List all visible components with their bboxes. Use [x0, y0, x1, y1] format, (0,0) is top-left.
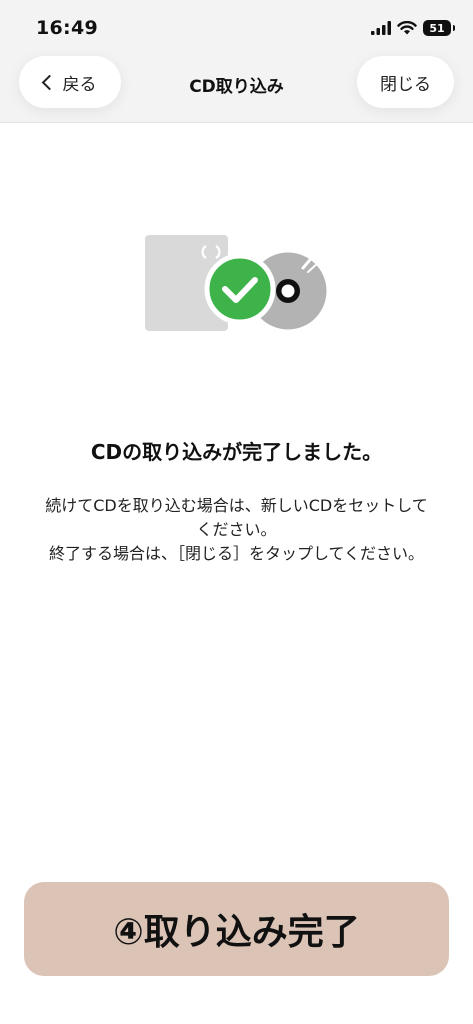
signal-icon [371, 21, 391, 35]
status-bar: 16:49 51 [0, 0, 473, 60]
cd-import-complete-screen: 16:49 51 戻る CD取り込み 閉じる CDの取り込みが完了しました。 続… [0, 0, 473, 1024]
status-indicators: 51 [371, 20, 455, 36]
status-time: 16:49 [36, 17, 98, 39]
step-complete-banner: ④取り込み完了 [24, 882, 449, 976]
nav-bar: 戻る CD取り込み 閉じる [0, 56, 473, 123]
instruction-continue: 続けてCDを取り込む場合は、新しいCDをセットしてください。 [45, 496, 428, 539]
battery-level: 51 [429, 21, 445, 35]
import-complete-illustration [145, 235, 330, 333]
completion-heading: CDの取り込みが完了しました。 [90, 440, 383, 464]
check-icon [204, 253, 276, 325]
battery-icon: 51 [423, 20, 455, 36]
instruction-finish: 終了する場合は、［閉じる］をタップしてください。 [48, 544, 425, 563]
instructions: 続けてCDを取り込む場合は、新しいCDをセットしてください。 終了する場合は、［… [40, 494, 433, 566]
close-button[interactable]: 閉じる [357, 56, 454, 108]
close-button-label: 閉じる [380, 74, 431, 95]
wifi-icon [397, 21, 417, 35]
